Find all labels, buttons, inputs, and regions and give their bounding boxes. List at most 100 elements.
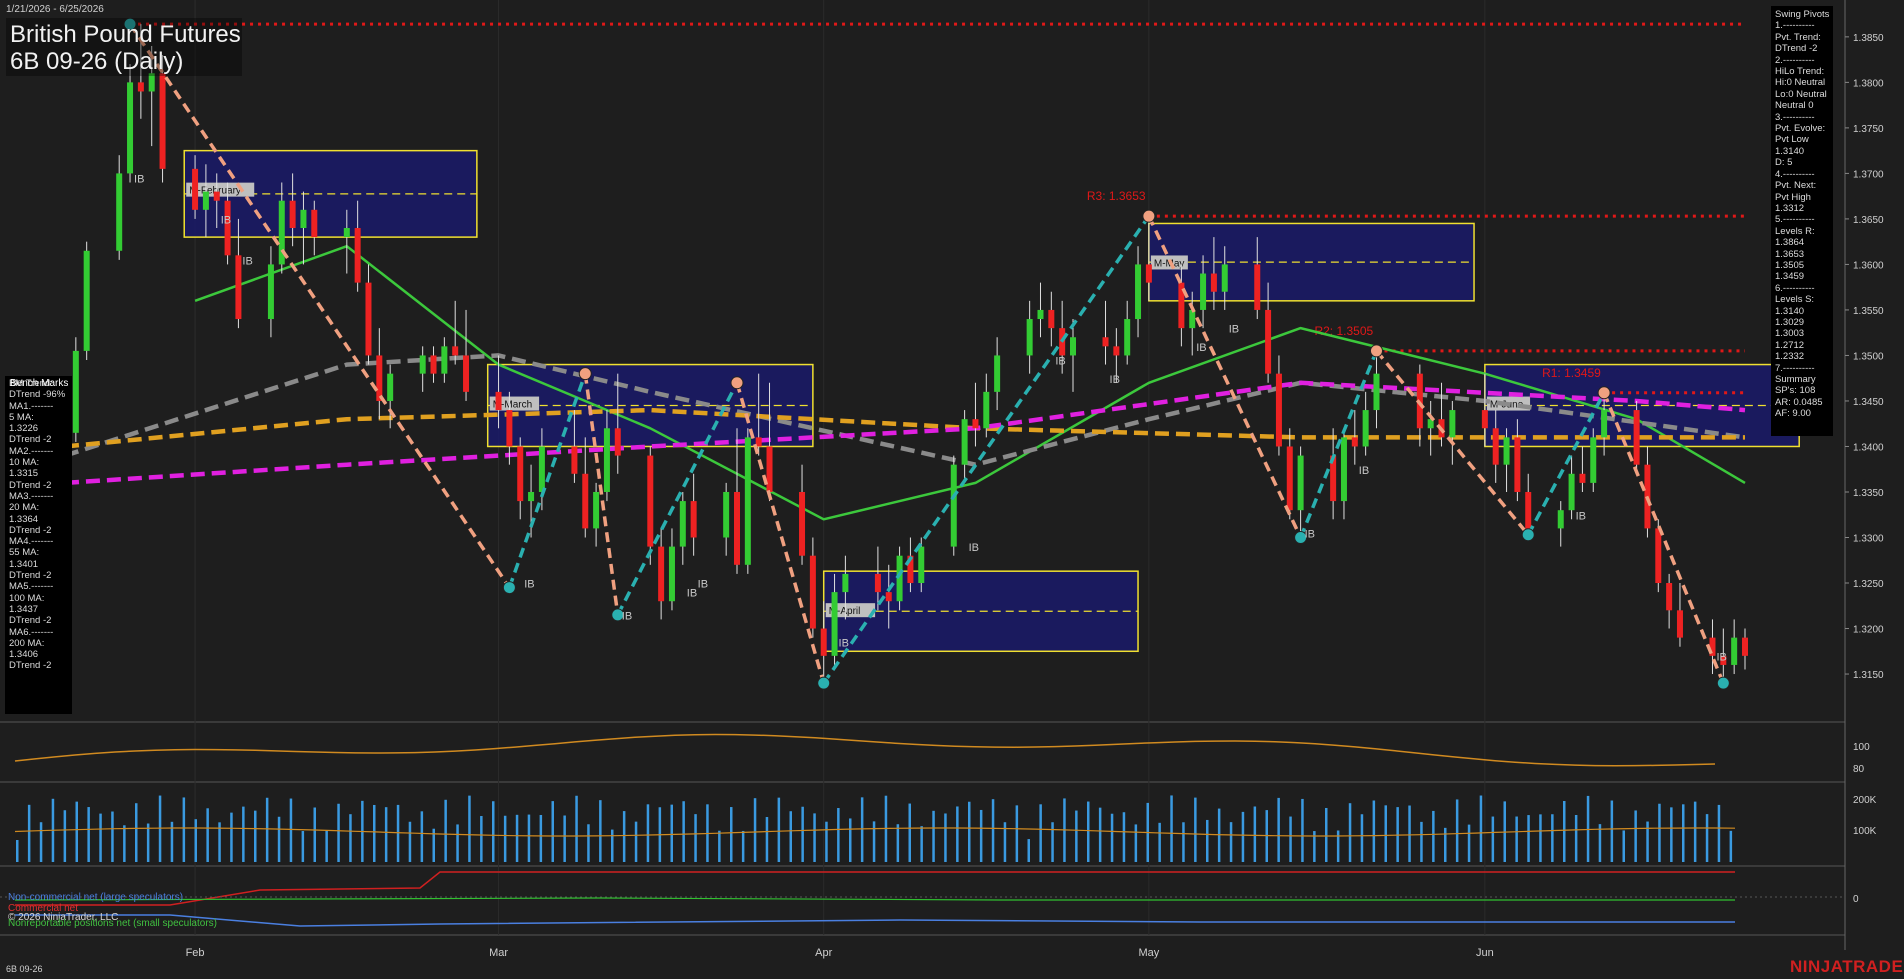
chart-title: British Pound Futures: [10, 21, 241, 48]
bench-marks-label: Bench Marks: [10, 378, 69, 389]
swing-point-marker: [730, 376, 744, 390]
candle-body: [1048, 309, 1055, 329]
ma-panel-line: DTrend -2: [9, 524, 52, 536]
candle-body: [874, 573, 881, 593]
swing-panel-line: 1.3003: [1775, 328, 1805, 340]
volume-bar: [1110, 813, 1114, 862]
ma-panel-line: MA5.-------: [9, 581, 54, 593]
ma-panel-line: 1.3226: [9, 423, 39, 435]
volume-bar: [480, 816, 483, 862]
candle-body: [83, 250, 90, 351]
ma-panel-line: 55 MA:: [9, 547, 40, 559]
swing-panel-line: 6.----------: [1775, 282, 1815, 294]
candle-body: [1070, 337, 1076, 356]
volume-bar: [599, 800, 602, 862]
ib-label: IB: [1305, 529, 1315, 541]
ib-label: IB: [242, 255, 252, 267]
ib-label: IB: [687, 588, 697, 600]
swing-point-marker: [1369, 344, 1383, 358]
candle-body: [799, 491, 806, 556]
volume-bar: [420, 811, 424, 862]
ib-label: IB: [524, 579, 534, 591]
ma-panel-line: DTrend -2: [9, 434, 52, 446]
candle-body: [1254, 264, 1261, 310]
y-tick-label: 1.3750: [1853, 124, 1884, 135]
volume-bar: [1717, 804, 1721, 862]
volume-bar: [63, 810, 67, 862]
volume-bar: [611, 829, 614, 862]
swing-panel-line: 5.----------: [1775, 214, 1815, 226]
swing-panel-line: 2.----------: [1775, 54, 1815, 66]
volume-bar: [444, 799, 447, 862]
swing-panel-line: AR: 0.0485: [1775, 396, 1823, 408]
volume-bar: [1039, 804, 1042, 862]
ib-label: IB: [1359, 465, 1369, 477]
volume-bar: [646, 804, 650, 862]
y-tick-label: 1.3150: [1853, 670, 1884, 681]
candle-body: [994, 355, 1001, 392]
candle-body: [452, 346, 459, 356]
swing-panel-line: Levels S:: [1775, 294, 1815, 306]
candle-body: [571, 446, 578, 474]
ib-label: IB: [839, 638, 849, 650]
candle-body: [430, 355, 437, 374]
swing-panel-line: Neutral 0: [1775, 100, 1814, 112]
volume-bar: [1634, 810, 1637, 862]
volume-bar: [991, 799, 995, 862]
price-chart[interactable]: 1.3850 1.3800 1.3750 1.3700 1.3650 1.3600 1.35…: [0, 0, 1904, 979]
ma-panel-line: 1.3437: [9, 603, 39, 615]
swing-panel-line: 1.3505: [1775, 259, 1805, 271]
swing-point-marker: [1597, 386, 1611, 400]
candle-body: [1481, 410, 1488, 429]
candle-body: [1666, 583, 1673, 611]
swing-panel-line: 3.----------: [1775, 111, 1815, 123]
volume-bar: [575, 795, 578, 862]
candle-body: [1026, 319, 1033, 356]
oscillator-tick-label: 80: [1853, 764, 1865, 775]
volume-bar: [1455, 799, 1459, 862]
candle-body: [1579, 473, 1586, 483]
swing-panel-line: 1.3029: [1775, 316, 1805, 328]
volume-bar: [468, 795, 471, 862]
volume-bar: [777, 797, 781, 862]
volume-bar: [539, 814, 543, 862]
candle-body: [593, 491, 600, 529]
candle-body: [1351, 437, 1358, 447]
ib-label: IB: [1196, 342, 1206, 354]
volume-bar: [1408, 805, 1411, 862]
swing-panel-line: Lo:0 Neutral: [1775, 88, 1827, 100]
volume-bar: [1206, 819, 1209, 862]
volume-tick-label: 100K: [1853, 826, 1877, 837]
candle-body: [148, 73, 155, 92]
volume-bar: [206, 808, 209, 862]
candle-body: [1492, 428, 1499, 465]
volume-bar: [1527, 815, 1530, 862]
volume-bar: [1182, 822, 1185, 862]
volume-bar: [634, 821, 638, 862]
ma-panel-line: 200 MA:: [9, 637, 45, 649]
swing-panel-line: D: 5: [1775, 157, 1793, 169]
volume-bar: [622, 811, 626, 862]
candle-body: [1221, 264, 1228, 292]
y-tick-label: 1.3450: [1853, 397, 1884, 408]
volume-bar: [1289, 816, 1292, 862]
ib-label: IB: [134, 174, 144, 186]
volume-bar: [1253, 806, 1257, 862]
candle-body: [137, 82, 144, 92]
volume-bar: [968, 801, 971, 862]
volume-bar: [1693, 801, 1697, 862]
swing-panel-line: Summary: [1775, 374, 1816, 385]
candle-body: [1037, 309, 1044, 320]
swing-panel-line: 1.----------: [1775, 20, 1815, 32]
volume-bar: [1336, 830, 1340, 862]
x-tick-label: May: [1138, 947, 1159, 959]
candle-body: [983, 391, 990, 429]
volume-bar: [1622, 830, 1625, 862]
volume-bar: [1325, 807, 1328, 862]
resistance-label: R2: 1.3505: [1314, 324, 1373, 338]
ib-label: IB: [1110, 374, 1120, 386]
candle-body: [734, 491, 740, 565]
volume-bar: [956, 806, 959, 862]
volume-bar: [694, 814, 697, 862]
swing-pivots-panel: Swing Pivots 1.---------- Pvt. Trend: DTren…: [1771, 6, 1833, 436]
